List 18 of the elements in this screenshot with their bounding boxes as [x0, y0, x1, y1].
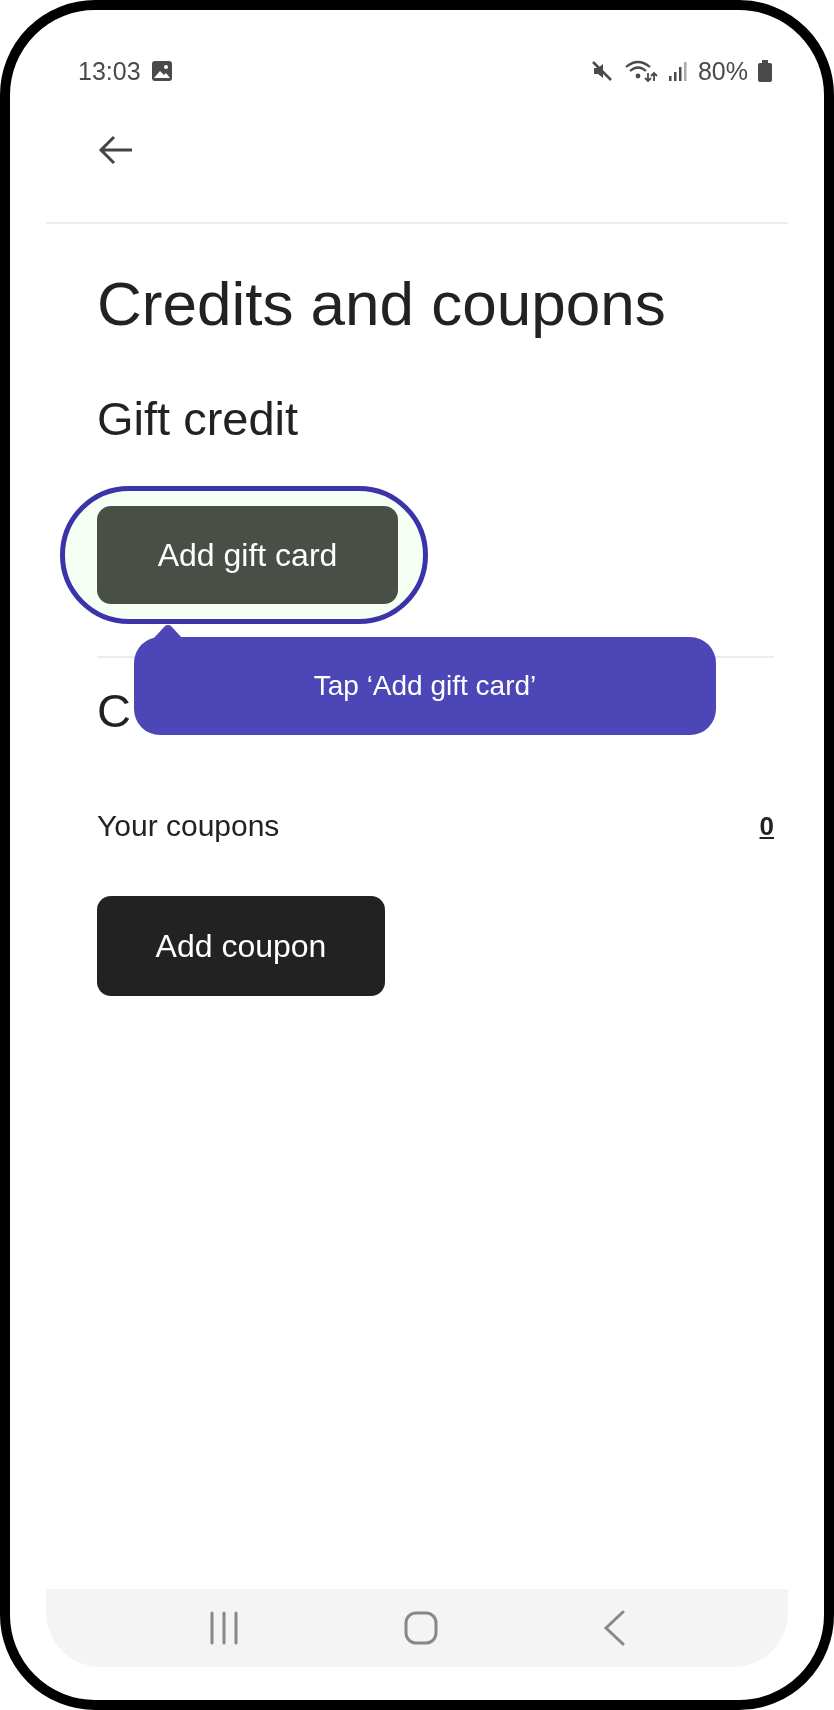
back-nav-button[interactable]	[603, 1610, 626, 1646]
image-icon	[150, 60, 173, 82]
recent-apps-button[interactable]	[208, 1611, 239, 1645]
add-gift-card-button[interactable]: Add gift card	[97, 506, 398, 604]
add-coupon-button[interactable]: Add coupon	[97, 896, 385, 996]
home-button[interactable]	[404, 1611, 438, 1645]
tooltip: Tap ‘Add gift card’	[134, 637, 716, 735]
coupons-label: Your coupons	[97, 808, 280, 844]
wifi-icon	[623, 59, 658, 83]
battery-percent: 80%	[697, 56, 748, 86]
mute-icon	[589, 59, 614, 83]
section-heading: C	[97, 684, 131, 738]
signal-icon	[667, 60, 688, 82]
status-time: 13:03	[78, 56, 141, 86]
page-title: Credits and coupons	[97, 269, 667, 339]
section-heading: Gift credit	[97, 392, 299, 446]
coupons-count-link[interactable]: 0	[759, 810, 774, 842]
battery-icon	[758, 60, 772, 82]
